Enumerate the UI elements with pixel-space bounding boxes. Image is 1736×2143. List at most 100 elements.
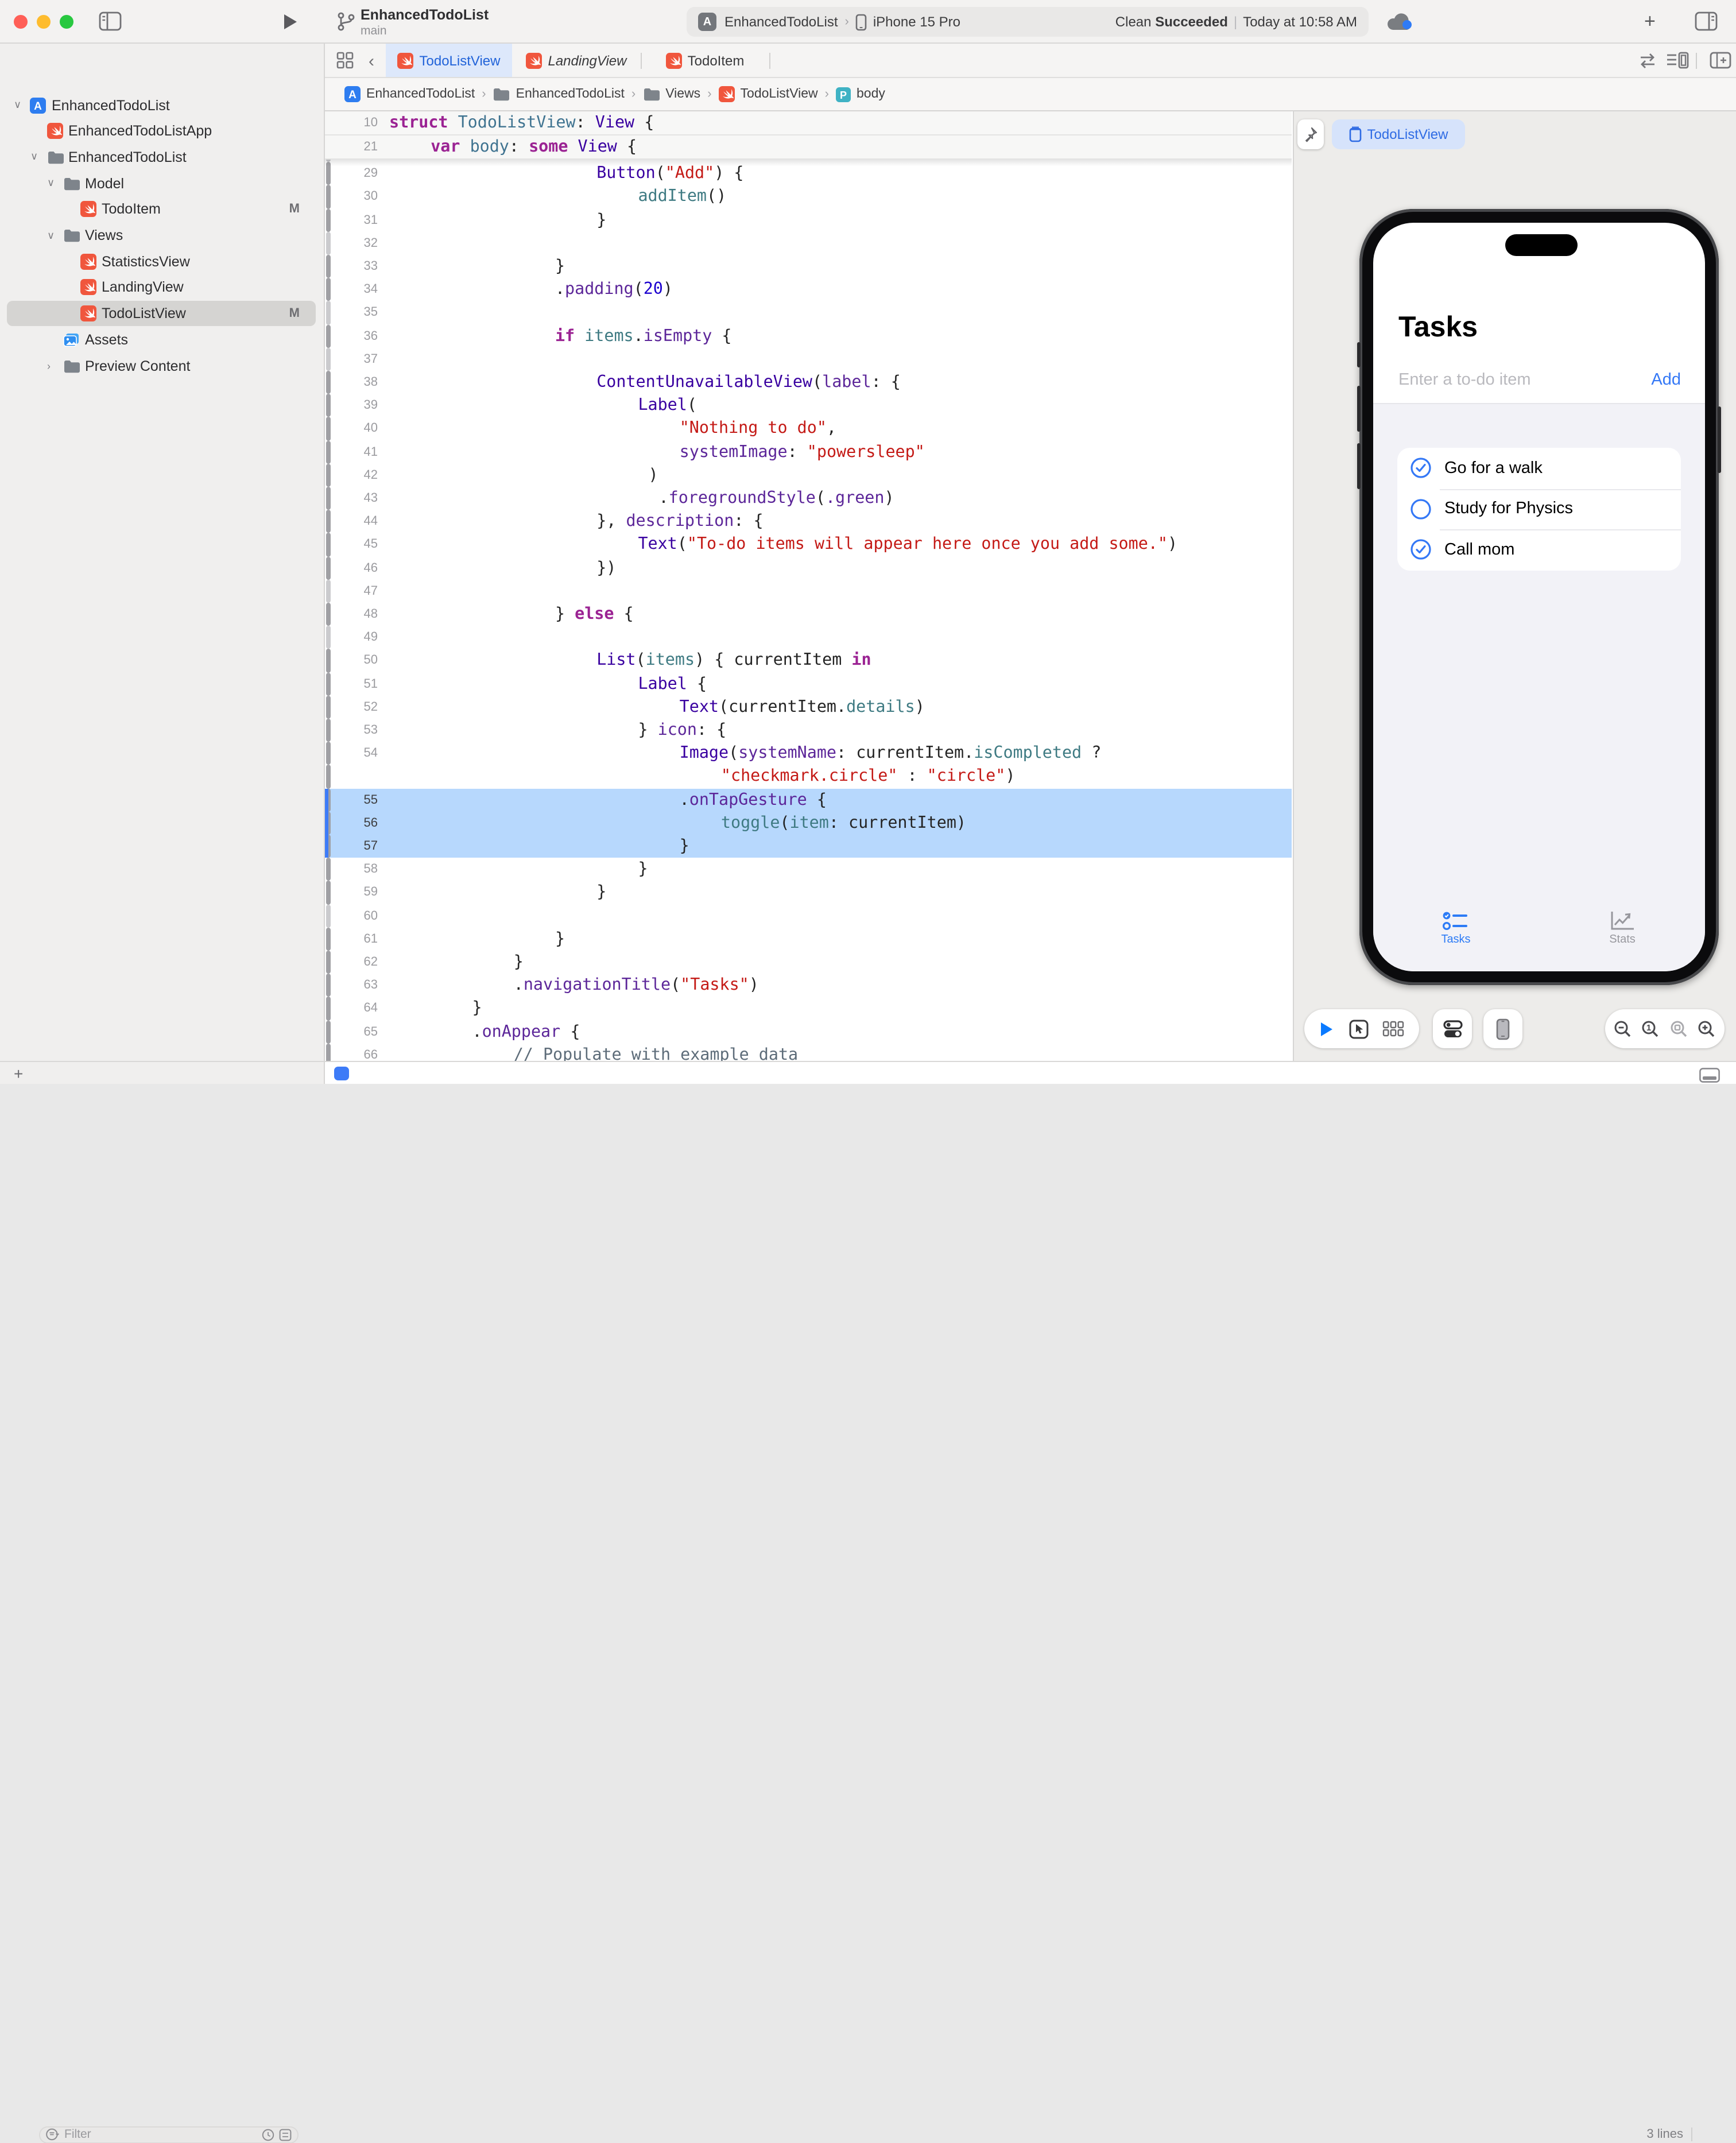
zoom-100-icon[interactable]: 1	[1641, 1019, 1661, 1038]
add-editor-icon[interactable]	[1710, 52, 1731, 69]
line-number[interactable]: 66	[332, 1044, 378, 1061]
recent-files-icon[interactable]	[262, 2128, 274, 2141]
sidebar-item-StatisticsView[interactable]: StatisticsView	[0, 248, 325, 274]
code-line-42[interactable]: 42)	[325, 464, 1292, 487]
related-items-icon[interactable]	[336, 52, 354, 69]
line-number[interactable]: 34	[332, 278, 378, 301]
line-number[interactable]: 35	[332, 301, 378, 324]
live-preview-icon[interactable]	[1319, 1020, 1334, 1037]
disclosure-open-icon[interactable]: ∨	[30, 151, 38, 164]
breadcrumb-TodoListView[interactable]: TodoListView	[719, 86, 818, 102]
minimize-window-button[interactable]	[37, 15, 51, 29]
code-line-45[interactable]: 45Text("To-do items will appear here onc…	[325, 533, 1292, 556]
line-number[interactable]: 45	[332, 533, 378, 556]
line-number[interactable]: 63	[332, 974, 378, 997]
code-line-10[interactable]: 10struct TodoListView: View {	[325, 111, 1292, 135]
code-line-66[interactable]: 66// Populate with example data	[325, 1044, 1292, 1061]
tab-TodoListView[interactable]: TodoListView	[386, 44, 512, 77]
code-line-34[interactable]: 34.padding(20)	[325, 278, 1292, 301]
checkmark-circle-icon[interactable]	[1410, 539, 1432, 561]
scm-filter-icon[interactable]	[279, 2128, 292, 2141]
zoom-window-button[interactable]	[60, 15, 73, 29]
toggle-navigator-icon[interactable]	[99, 11, 122, 31]
toggle-debug-area-icon[interactable]	[1699, 1068, 1720, 1083]
variants-mode-icon[interactable]	[1383, 1021, 1405, 1037]
code-line-wrap[interactable]: "checkmark.circle" : "circle")	[325, 765, 1292, 788]
code-line-61[interactable]: 61}	[325, 928, 1292, 951]
line-number[interactable]: 30	[332, 185, 378, 208]
line-number[interactable]: 48	[332, 603, 378, 626]
line-number[interactable]: 62	[332, 951, 378, 974]
line-number[interactable]: 53	[332, 719, 378, 742]
line-number[interactable]: 58	[332, 858, 378, 881]
code-line-41[interactable]: 41systemImage: "powersleep"	[325, 440, 1292, 463]
go-back-button[interactable]: ‹	[369, 52, 374, 71]
code-line-53[interactable]: 53} icon: {	[325, 719, 1292, 742]
code-line-21[interactable]: 21var body: some View {	[325, 135, 1292, 160]
code-line-44[interactable]: 44}, description: {	[325, 510, 1292, 533]
sidebar-item-Assets[interactable]: Assets	[0, 327, 325, 353]
code-line-60[interactable]: 60	[325, 904, 1292, 927]
line-number[interactable]: 51	[332, 672, 378, 695]
line-number[interactable]: 56	[332, 812, 378, 835]
line-number[interactable]: 41	[332, 440, 378, 463]
line-number[interactable]: 43	[332, 487, 378, 510]
line-number[interactable]: 64	[332, 997, 378, 1020]
sidebar-item-EnhancedTodoListApp[interactable]: EnhancedTodoListApp	[0, 118, 325, 144]
sidebar-item-TodoListView[interactable]: TodoListViewM	[0, 300, 325, 327]
scheme-and-status-bar[interactable]: A EnhancedTodoList › iPhone 15 Pro Clean…	[687, 7, 1369, 37]
build-status[interactable]: Clean Succeeded|Today at 10:58 AM	[1115, 14, 1357, 30]
disclosure-open-icon[interactable]: ∨	[47, 229, 55, 242]
breadcrumb-Views[interactable]: Views	[642, 87, 700, 101]
code-line-63[interactable]: 63.navigationTitle("Tasks")	[325, 974, 1292, 997]
sidebar-item-EnhancedTodoList[interactable]: ∨AEnhancedTodoList	[0, 92, 325, 118]
line-number[interactable]: 59	[332, 881, 378, 904]
code-line-30[interactable]: 30addItem()	[325, 185, 1292, 208]
disclosure-closed-icon[interactable]: ›	[47, 360, 51, 371]
run-destination[interactable]: iPhone 15 Pro	[873, 14, 960, 30]
sidebar-item-TodoItem[interactable]: TodoItemM	[0, 196, 325, 223]
filter-field[interactable]: Filter	[39, 2126, 299, 2143]
line-number[interactable]: 36	[332, 324, 378, 347]
line-number[interactable]: 49	[332, 626, 378, 649]
sidebar-item-Model[interactable]: ∨Model	[0, 170, 325, 196]
code-line-65[interactable]: 65.onAppear {	[325, 1020, 1292, 1043]
line-number[interactable]: 52	[332, 696, 378, 719]
line-number[interactable]: 47	[332, 580, 378, 603]
line-number[interactable]: 54	[332, 742, 378, 765]
line-number[interactable]: 50	[332, 649, 378, 672]
checkmark-circle-icon[interactable]	[1410, 458, 1432, 479]
line-number[interactable]: 57	[332, 835, 378, 858]
line-number[interactable]: 32	[332, 232, 378, 255]
line-number[interactable]: 44	[332, 510, 378, 533]
pin-preview-button[interactable]	[1297, 119, 1324, 149]
jump-bar[interactable]: AEnhancedTodoList›EnhancedTodoList›Views…	[325, 78, 1736, 111]
code-line-40[interactable]: 40"Nothing to do",	[325, 417, 1292, 440]
code-line-47[interactable]: 47	[325, 580, 1292, 603]
code-line-48[interactable]: 48} else {	[325, 603, 1292, 626]
line-number[interactable]: 46	[332, 556, 378, 579]
toggle-inspector-icon[interactable]	[1695, 11, 1718, 31]
sidebar-item-Preview Content[interactable]: ›Preview Content	[0, 352, 325, 379]
phone-tab-Tasks[interactable]: Tasks	[1410, 910, 1502, 946]
code-line-35[interactable]: 35	[325, 301, 1292, 324]
code-line-54[interactable]: 54Image(systemName: currentItem.isComple…	[325, 742, 1292, 765]
device-settings-button[interactable]	[1433, 1009, 1472, 1048]
add-todo-button[interactable]: Add	[1651, 371, 1681, 389]
code-line-31[interactable]: 31}	[325, 208, 1292, 231]
close-window-button[interactable]	[14, 15, 28, 29]
code-line-59[interactable]: 59}	[325, 881, 1292, 904]
line-number[interactable]: 60	[332, 904, 378, 927]
breakpoint-indicator[interactable]	[334, 1067, 349, 1080]
tab-TodoItem[interactable]: TodoItem	[641, 44, 769, 77]
run-button[interactable]	[282, 13, 299, 31]
line-number[interactable]: 37	[332, 348, 378, 371]
add-tab-button[interactable]: +	[1644, 10, 1656, 33]
sidebar-item-Views[interactable]: ∨Views	[0, 222, 325, 249]
editor-options-icon[interactable]	[1666, 52, 1689, 70]
code-line-56[interactable]: 56toggle(item: currentItem)	[325, 812, 1292, 835]
zoom-to-fit-icon[interactable]	[1669, 1019, 1688, 1038]
line-number[interactable]: 10	[332, 111, 378, 135]
sidebar-item-EnhancedTodoList[interactable]: ∨EnhancedTodoList	[0, 144, 325, 170]
zoom-out-icon[interactable]	[1613, 1019, 1633, 1038]
